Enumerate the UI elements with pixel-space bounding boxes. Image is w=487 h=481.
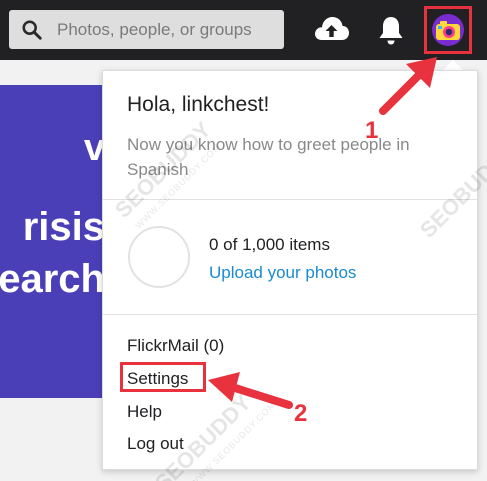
step-number-1: 1 bbox=[365, 117, 379, 144]
annotation-arrows bbox=[208, 57, 437, 409]
arrow-to-avatar bbox=[379, 57, 437, 115]
arrow-to-settings bbox=[208, 372, 293, 409]
step-number-2: 2 bbox=[294, 400, 308, 427]
